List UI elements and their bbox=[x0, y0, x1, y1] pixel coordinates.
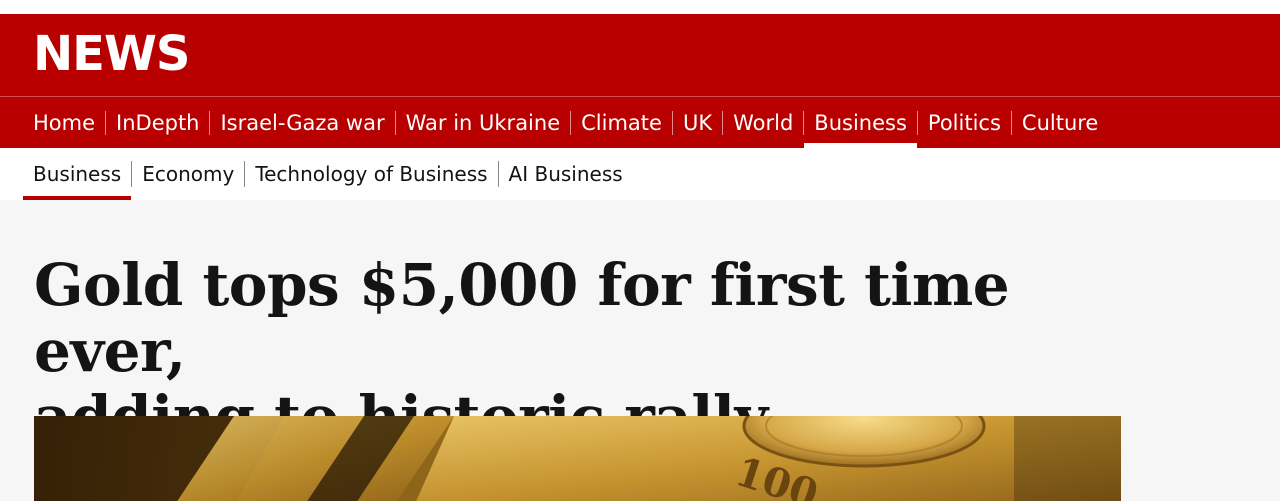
subnav-item-technology-of-business[interactable]: Technology of Business bbox=[245, 148, 497, 200]
secondary-nav: Business Economy Technology of Business … bbox=[0, 148, 1280, 200]
subnav-item-ai-business[interactable]: AI Business bbox=[499, 148, 633, 200]
headline-line-1: Gold tops $5,000 for first time ever, bbox=[34, 251, 1010, 385]
masthead: NEWS bbox=[0, 14, 1280, 96]
nav-item-war-in-ukraine[interactable]: War in Ukraine bbox=[396, 97, 571, 148]
subnav-item-economy[interactable]: Economy bbox=[132, 148, 244, 200]
gold-bars-image: 100 bbox=[34, 416, 1121, 501]
nav-item-climate[interactable]: Climate bbox=[571, 97, 672, 148]
nav-item-culture[interactable]: Culture bbox=[1012, 97, 1108, 148]
nav-item-politics[interactable]: Politics bbox=[918, 97, 1011, 148]
nav-item-business[interactable]: Business bbox=[804, 97, 917, 148]
hero-image[interactable]: 100 bbox=[34, 416, 1121, 501]
nav-item-israel-gaza-war[interactable]: Israel-Gaza war bbox=[210, 97, 394, 148]
nav-item-indepth[interactable]: InDepth bbox=[106, 97, 209, 148]
nav-item-home[interactable]: Home bbox=[23, 97, 105, 148]
nav-item-world[interactable]: World bbox=[723, 97, 803, 148]
subnav-item-business[interactable]: Business bbox=[23, 148, 132, 200]
article-content: Gold tops $5,000 for first time ever, ad… bbox=[0, 200, 1280, 501]
news-logo[interactable]: NEWS bbox=[33, 24, 190, 84]
primary-nav: Home InDepth Israel-Gaza war War in Ukra… bbox=[0, 96, 1280, 148]
top-strip bbox=[0, 0, 1280, 14]
nav-item-uk[interactable]: UK bbox=[673, 97, 722, 148]
